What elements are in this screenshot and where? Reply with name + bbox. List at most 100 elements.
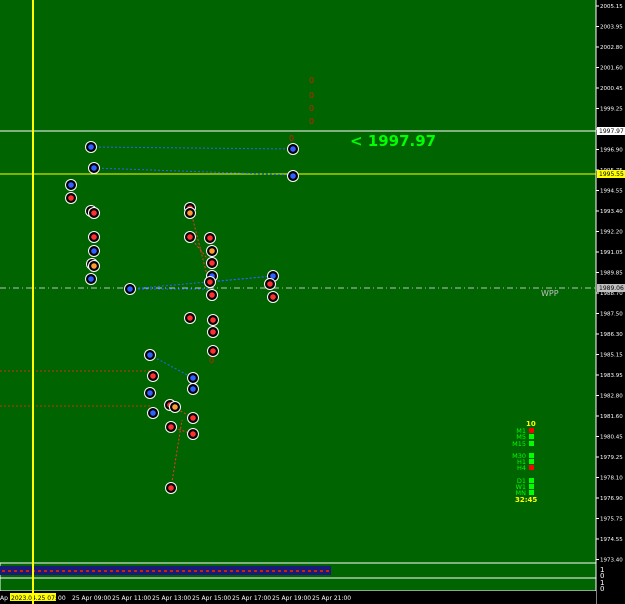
trade-marker[interactable] xyxy=(165,421,177,433)
timeframe-status-square xyxy=(529,428,534,433)
trading-chart[interactable]: 2005.15 2003.95 2002.80 2001.60 2000.45 1999.… xyxy=(0,0,625,604)
price-label: 1976.90 xyxy=(600,496,623,502)
trade-marker[interactable] xyxy=(206,245,218,257)
time-axis-labels: 25 Apr 09:00 25 Apr 11:00 25 Apr 13:00 25 A… xyxy=(72,595,351,602)
trade-marker[interactable] xyxy=(65,192,77,204)
price-label: 1993.40 xyxy=(600,209,623,215)
red-zero-glyph-4: 0 xyxy=(309,117,314,126)
timeframe-status-square xyxy=(529,478,534,483)
time-label: 25 Apr 21:00 xyxy=(312,595,351,602)
red-zero-glyph-6: 0 xyxy=(209,356,214,365)
timeframe-status-square xyxy=(529,459,534,464)
time-axis-left-stub: Ap xyxy=(0,595,8,602)
price-label: 1987.50 xyxy=(600,312,623,318)
trade-marker[interactable] xyxy=(184,207,196,219)
price-label: 1979.25 xyxy=(600,455,623,461)
timeframe-timer: 32:45 xyxy=(515,496,537,504)
panel2-scale-bottom: 0 xyxy=(600,585,604,593)
trade-marker[interactable] xyxy=(88,162,100,174)
price-label: 1985.15 xyxy=(600,353,623,359)
indicator-stripes xyxy=(2,570,329,572)
timeframe-status-square xyxy=(529,490,534,495)
trade-marker[interactable] xyxy=(144,387,156,399)
price-label: 2001.60 xyxy=(600,66,623,72)
price-label: 1999.25 xyxy=(600,107,623,113)
price-label: 1996.90 xyxy=(600,148,623,154)
price-tag-yellow-text: 1995.55 xyxy=(599,171,624,178)
timeframe-status-square xyxy=(529,453,534,458)
timeframe-status-square xyxy=(529,465,534,470)
red-zero-glyph-1: 0 xyxy=(309,76,314,85)
timeframe-label: H4 xyxy=(517,464,526,472)
price-label: 1989.85 xyxy=(600,271,623,277)
trade-marker[interactable] xyxy=(65,179,77,191)
price-label: 2003.95 xyxy=(600,25,623,31)
price-label: 1994.55 xyxy=(600,189,623,195)
trade-marker[interactable] xyxy=(204,276,216,288)
trade-marker[interactable] xyxy=(204,232,216,244)
price-label: 1981.60 xyxy=(600,414,623,420)
trade-marker[interactable] xyxy=(187,372,199,384)
time-axis-left-tail: 00 xyxy=(58,595,66,602)
time-label: 25 Apr 11:00 xyxy=(112,595,151,602)
trade-marker[interactable] xyxy=(165,482,177,494)
timeframe-count: 10 xyxy=(526,420,536,428)
price-label: 1978.10 xyxy=(600,476,623,482)
time-label: 25 Apr 15:00 xyxy=(192,595,231,602)
price-label: 1980.45 xyxy=(600,435,623,441)
trade-marker[interactable] xyxy=(184,312,196,324)
indicator-panel-2[interactable] xyxy=(0,577,597,592)
red-zero-glyph-3: 0 xyxy=(309,104,314,113)
timeframe-status-square xyxy=(529,484,534,489)
trade-marker[interactable] xyxy=(88,231,100,243)
trade-marker[interactable] xyxy=(88,245,100,257)
trade-marker[interactable] xyxy=(88,260,100,272)
wpp-label: WPP xyxy=(541,289,559,298)
trade-marker[interactable] xyxy=(287,143,299,155)
current-price-label: < 1997.97 xyxy=(350,132,436,150)
price-tag-gray-text: 1989.06 xyxy=(599,285,624,292)
trade-marker[interactable] xyxy=(206,289,218,301)
trade-marker[interactable] xyxy=(169,401,181,413)
time-label: 25 Apr 17:00 xyxy=(232,595,271,602)
price-label: 2005.15 xyxy=(600,4,623,10)
timeframe-status-square xyxy=(529,441,534,446)
trade-marker[interactable] xyxy=(184,231,196,243)
trade-marker[interactable] xyxy=(187,428,199,440)
trade-marker[interactable] xyxy=(147,407,159,419)
price-label: 1982.80 xyxy=(600,394,623,400)
timeframe-label: M15 xyxy=(512,440,526,448)
trade-marker[interactable] xyxy=(267,291,279,303)
trade-marker[interactable] xyxy=(85,141,97,153)
price-label: 1973.40 xyxy=(600,558,623,564)
trade-marker[interactable] xyxy=(187,412,199,424)
trade-marker[interactable] xyxy=(144,349,156,361)
price-label: 1991.05 xyxy=(600,250,623,256)
timeframe-status-square xyxy=(529,434,534,439)
price-label: 2000.45 xyxy=(600,86,623,92)
trade-marker[interactable] xyxy=(124,283,136,295)
red-zero-glyph-2: 0 xyxy=(309,91,314,100)
price-label: 1992.20 xyxy=(600,230,623,236)
cursor-time-label: 2023.04.25 07:00 xyxy=(11,595,65,602)
trade-marker[interactable] xyxy=(88,207,100,219)
price-label: 1974.55 xyxy=(600,537,623,543)
price-tag-white-text: 1997.97 xyxy=(599,128,624,135)
trade-marker[interactable] xyxy=(264,278,276,290)
price-label: 1975.75 xyxy=(600,517,623,523)
trade-marker[interactable] xyxy=(207,345,219,357)
trade-marker[interactable] xyxy=(207,314,219,326)
trade-marker[interactable] xyxy=(287,170,299,182)
time-label: 25 Apr 09:00 xyxy=(72,595,111,602)
trade-marker[interactable] xyxy=(187,383,199,395)
red-zero-glyph-5: 0 xyxy=(289,134,294,143)
price-label: 1983.95 xyxy=(600,373,623,379)
trade-marker[interactable] xyxy=(207,326,219,338)
price-label: 2002.80 xyxy=(600,45,623,51)
time-label: 25 Apr 13:00 xyxy=(152,595,191,602)
trade-marker[interactable] xyxy=(206,257,218,269)
price-label: 1986.30 xyxy=(600,332,623,338)
trade-marker[interactable] xyxy=(85,273,97,285)
time-label: 25 Apr 19:00 xyxy=(272,595,311,602)
trade-marker[interactable] xyxy=(147,370,159,382)
